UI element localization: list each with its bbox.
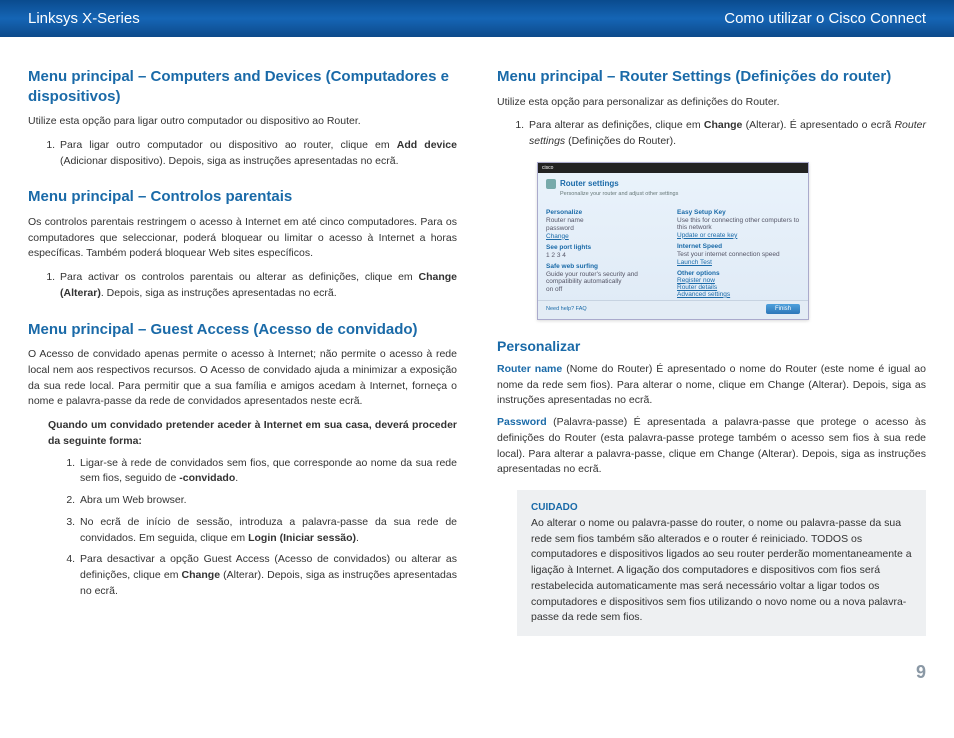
ss-col-right: Easy Setup Key Use this for connecting o… [677, 205, 800, 298]
ss-title: Router settings [560, 179, 619, 188]
ss-col-left: Personalize Router name password Change … [546, 205, 669, 298]
guest-subhead: Quando um convidado pretender aceder à I… [48, 418, 457, 450]
list-item: Para alterar as definições, clique em Ch… [527, 118, 926, 150]
list-computers-devices: Para ligar outro computador ou dispositi… [28, 138, 457, 170]
list-router-settings: Para alterar as definições, clique em Ch… [497, 118, 926, 150]
heading-computers-devices: Menu principal – Computers and Devices (… [28, 67, 457, 106]
list-item: Ligar-se à rede de convidados sem fios, … [78, 456, 457, 488]
intro-guest: O Acesso de convidado apenas permite o a… [28, 347, 457, 410]
ss-help-link: Need help? FAQ [546, 306, 587, 312]
ss-brandbar: cisco [538, 163, 808, 173]
router-icon [546, 179, 556, 189]
ss-footer: Need help? FAQ Finish [538, 300, 808, 319]
list-item: Abra um Web browser. [78, 493, 457, 509]
list-item: Para ligar outro computador ou dispositi… [58, 138, 457, 170]
heading-personalizar: Personalizar [497, 338, 926, 354]
caution-body: Ao alterar o nome ou palavra-passe do ro… [531, 517, 912, 624]
list-guest: Ligar-se à rede de convidados sem fios, … [48, 456, 457, 600]
guest-subblock: Quando um convidado pretender aceder à I… [48, 418, 457, 600]
header-right: Como utilizar o Cisco Connect [724, 10, 926, 27]
content-area: Menu principal – Computers and Devices (… [0, 37, 954, 658]
p-router-name: Router name (Nome do Router) É apresenta… [497, 362, 926, 409]
heading-parental: Menu principal – Controlos parentais [28, 187, 457, 207]
ss-finish-button: Finish [766, 304, 800, 314]
caution-box: Cuidado Ao alterar o nome ou palavra-pas… [517, 490, 926, 636]
right-column: Menu principal – Router Settings (Defini… [497, 67, 926, 648]
heading-router-settings: Menu principal – Router Settings (Defini… [497, 67, 926, 87]
list-item: No ecrã de início de sessão, introduza a… [78, 515, 457, 547]
list-item: Para activar os controlos parentais ou a… [58, 270, 457, 302]
intro-parental: Os controlos parentais restringem o aces… [28, 215, 457, 262]
heading-guest: Menu principal – Guest Access (Acesso de… [28, 320, 457, 340]
list-parental: Para activar os controlos parentais ou a… [28, 270, 457, 302]
intro-router-settings: Utilize esta opção para personalizar as … [497, 95, 926, 111]
page-header: Linksys X-Series Como utilizar o Cisco C… [0, 0, 954, 37]
caution-title: Cuidado [531, 502, 578, 513]
p-password: Password (Palavra-passe) É apresentada a… [497, 415, 926, 478]
ss-body: Personalize Router name password Change … [538, 201, 808, 300]
intro-computers-devices: Utilize esta opção para ligar outro comp… [28, 114, 457, 130]
header-left: Linksys X-Series [28, 10, 140, 27]
ss-subtitle: Personalize your router and adjust other… [538, 191, 808, 201]
list-item: Para desactivar a opção Guest Access (Ac… [78, 552, 457, 599]
page-number: 9 [0, 658, 954, 697]
ss-title-row: Router settings [538, 173, 808, 191]
router-settings-screenshot: cisco Router settings Personalize your r… [537, 162, 809, 320]
left-column: Menu principal – Computers and Devices (… [28, 67, 457, 648]
